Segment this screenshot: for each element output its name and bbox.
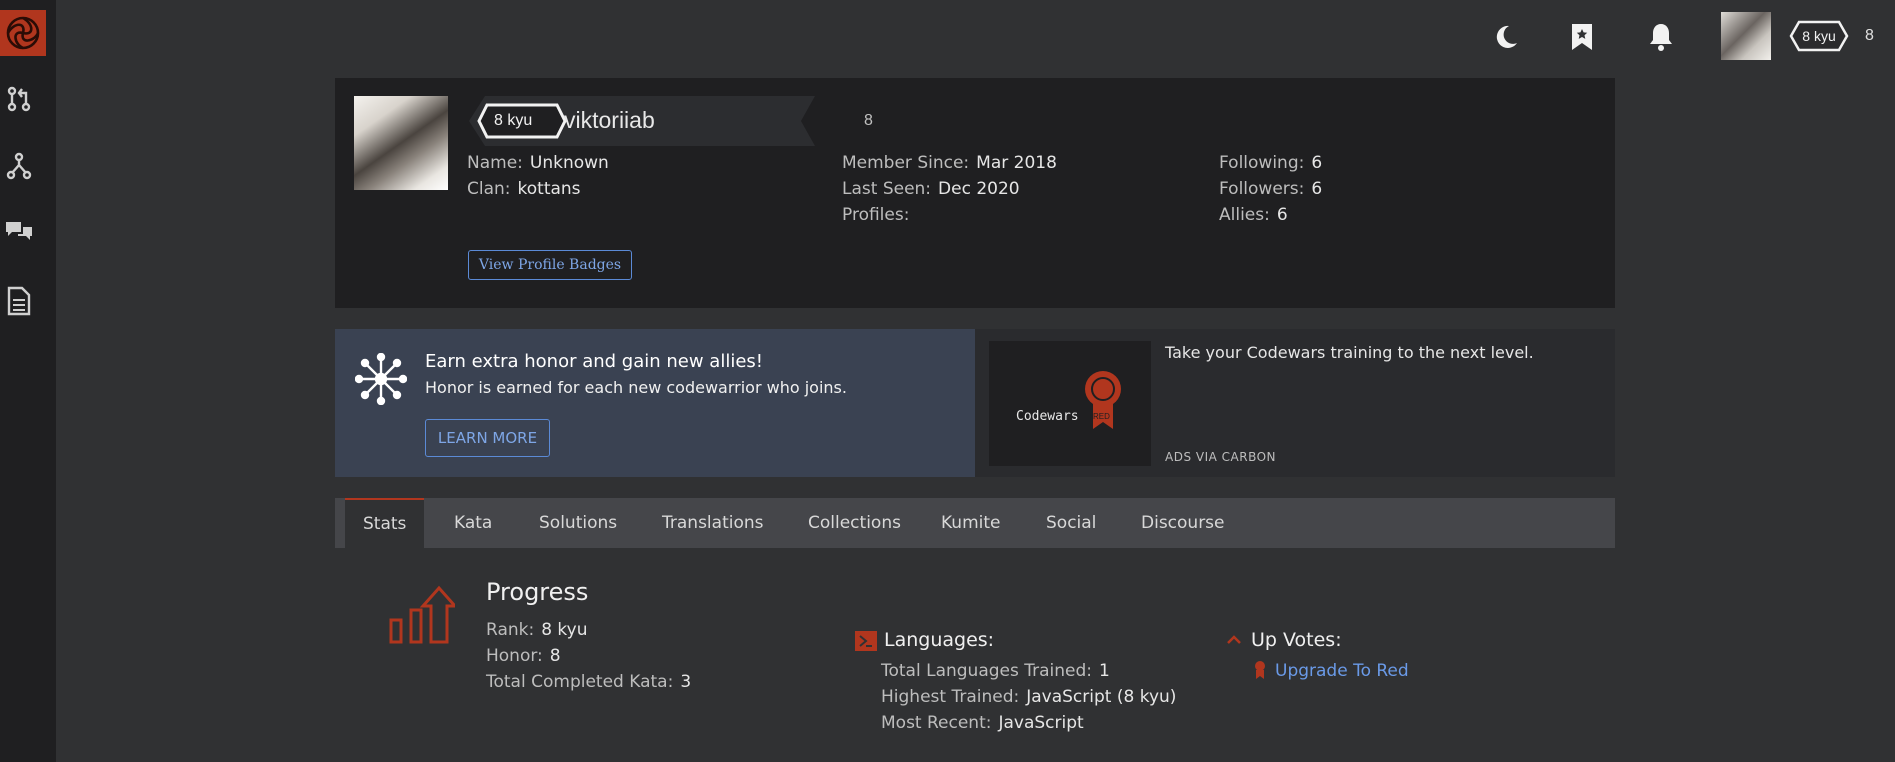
honor-count: 8 [1865, 27, 1874, 44]
profiles-row: Profiles: [842, 205, 916, 225]
profile-tabs: Stats Kata Solutions Translations Collec… [335, 498, 1615, 548]
tab-translations[interactable]: Translations [644, 498, 782, 548]
profile-honor: 8 [864, 112, 873, 129]
languages-total-label: Total Languages Trained: [881, 661, 1093, 681]
member-since-value: Mar 2018 [976, 153, 1057, 173]
languages-total-value: 1 [1099, 661, 1110, 681]
pull-request-icon[interactable] [0, 80, 38, 118]
bookmark-icon[interactable] [1563, 18, 1601, 56]
ad-image-text: Codewars [1016, 409, 1079, 424]
tab-solutions[interactable]: Solutions [521, 498, 635, 548]
progress-rank-row: Rank: 8 kyu [486, 620, 588, 640]
profile-rank-label: 8 kyu [494, 112, 533, 129]
stats-content: Progress Rank: 8 kyu Honor: 8 Total Comple… [335, 548, 1615, 762]
profile-panel: 8 kyu viktoriiab 8 Name: Unknown Clan: kot… [335, 78, 1615, 308]
languages-title: Languages: [884, 629, 995, 651]
tab-discourse[interactable]: Discourse [1123, 498, 1243, 548]
profiles-label: Profiles: [842, 205, 910, 225]
followers-value: 6 [1311, 179, 1323, 199]
user-avatar[interactable] [1721, 12, 1771, 60]
logo-swirl-icon [6, 16, 40, 50]
ads-via-carbon[interactable]: ADS VIA CARBON [1165, 450, 1276, 464]
dark-mode-icon[interactable] [1487, 18, 1525, 56]
referral-promo: Earn extra honor and gain new allies! Ho… [335, 329, 975, 477]
progress-completed-label: Total Completed Kata: [486, 672, 674, 692]
followers-row[interactable]: Followers: 6 [1219, 179, 1322, 199]
profile-avatar [354, 96, 448, 190]
progress-completed-value: 3 [680, 672, 692, 692]
tab-stats[interactable]: Stats [345, 498, 425, 548]
rank-badge: 8 kyu [1789, 20, 1849, 57]
ad-image[interactable]: Codewars RED [989, 341, 1151, 466]
fork-icon[interactable] [0, 147, 38, 185]
codewars-logo[interactable] [0, 10, 46, 56]
chat-icon[interactable] [0, 212, 38, 250]
upgrade-to-red-link[interactable]: Upgrade To Red [1275, 661, 1409, 681]
sidebar [0, 0, 56, 762]
view-profile-badges-button[interactable]: View Profile Badges [468, 250, 632, 280]
progress-chart-icon [389, 585, 455, 644]
progress-rank-value: 8 kyu [541, 620, 588, 640]
notifications-bell-icon[interactable] [1642, 18, 1680, 56]
member-since-label: Member Since: [842, 153, 970, 173]
document-icon[interactable] [0, 282, 38, 320]
tab-social[interactable]: Social [1028, 498, 1114, 548]
languages-recent-row: Most Recent: JavaScript [881, 713, 1084, 733]
languages-highest-label: Highest Trained: [881, 687, 1020, 707]
languages-recent-label: Most Recent: [881, 713, 992, 733]
name-value: Unknown [529, 153, 609, 173]
last-seen-label: Last Seen: [842, 179, 932, 199]
progress-honor-label: Honor: [486, 646, 543, 666]
last-seen-row: Last Seen: Dec 2020 [842, 179, 1020, 199]
allies-row[interactable]: Allies: 6 [1219, 205, 1288, 225]
tab-kumite[interactable]: Kumite [923, 498, 1018, 548]
progress-completed-row: Total Completed Kata: 3 [486, 672, 691, 692]
progress-title: Progress [486, 578, 589, 606]
rank-badge-label: 8 kyu [1802, 28, 1836, 44]
clan-value: kottans [517, 179, 581, 199]
red-badge-icon [1255, 661, 1265, 679]
chevron-up-icon [1227, 635, 1241, 644]
promo-title: Earn extra honor and gain new allies! [425, 351, 764, 372]
username: viktoriiab [564, 107, 655, 133]
languages-highest-row: Highest Trained: JavaScript (8 kyu) [881, 687, 1176, 707]
ad-image-badge: RED [1093, 412, 1110, 421]
following-row[interactable]: Following: 6 [1219, 153, 1322, 173]
carbon-ad: Codewars RED Take your Codewars training… [975, 329, 1615, 477]
progress-rank-label: Rank: [486, 620, 535, 640]
terminal-icon [855, 631, 877, 651]
clan-row: Clan: kottans [467, 179, 581, 199]
languages-recent-value: JavaScript [998, 713, 1084, 733]
following-label: Following: [1219, 153, 1305, 173]
upvotes-title: Up Votes: [1251, 629, 1342, 651]
tab-kata[interactable]: Kata [436, 498, 510, 548]
red-ribbon-icon [1085, 371, 1121, 429]
languages-total-row: Total Languages Trained: 1 [881, 661, 1110, 681]
member-since-row: Member Since: Mar 2018 [842, 153, 1057, 173]
progress-honor-row: Honor: 8 [486, 646, 561, 666]
tab-collections[interactable]: Collections [790, 498, 919, 548]
languages-highest-value: JavaScript (8 kyu) [1026, 687, 1177, 707]
last-seen-value: Dec 2020 [938, 179, 1020, 199]
name-label: Name: [467, 153, 523, 173]
followers-label: Followers: [1219, 179, 1305, 199]
allies-value: 6 [1276, 205, 1288, 225]
learn-more-button[interactable]: LEARN MORE [425, 419, 550, 457]
allies-label: Allies: [1219, 205, 1270, 225]
network-star-icon [355, 353, 407, 405]
clan-label: Clan: [467, 179, 511, 199]
ad-text[interactable]: Take your Codewars training to the next … [1165, 343, 1534, 362]
promo-subtitle: Honor is earned for each new codewarrior… [425, 378, 847, 397]
progress-honor-value: 8 [549, 646, 561, 666]
name-row: Name: Unknown [467, 153, 609, 173]
following-value: 6 [1311, 153, 1323, 173]
